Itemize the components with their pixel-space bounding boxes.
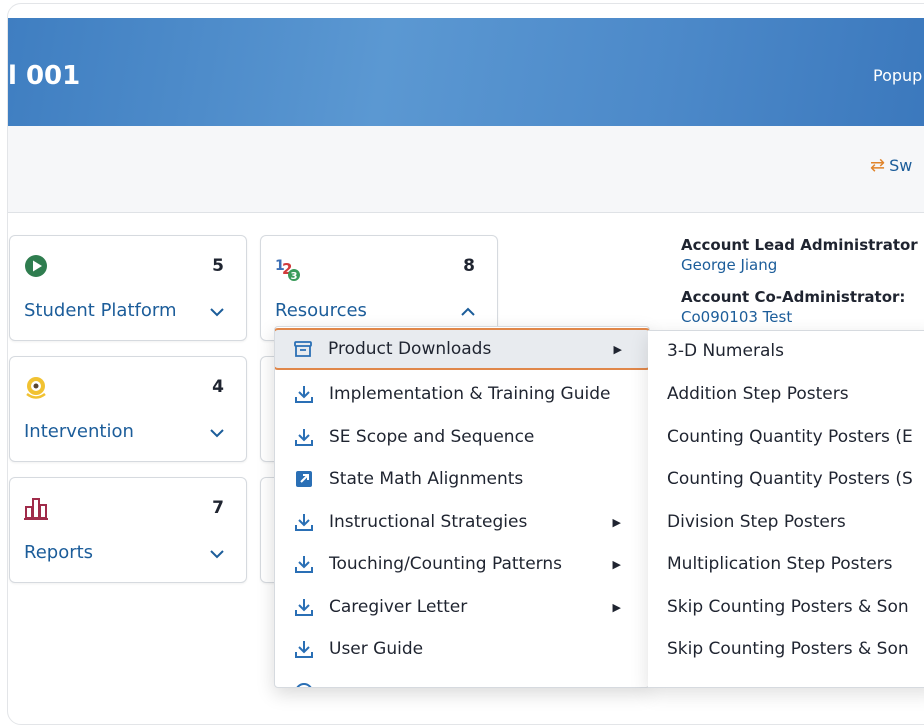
submenu-item[interactable]: Skip Counting Posters & Son — [667, 597, 909, 617]
play-circle-icon — [24, 254, 48, 278]
card-label: Reports — [24, 542, 94, 563]
lead-admin-title: Account Lead Administrator — [681, 236, 918, 254]
svg-text:3: 3 — [291, 271, 298, 282]
menu-item-touching-counting[interactable]: Touching/Counting Patterns ▶ — [275, 543, 649, 585]
header-banner: l 001 Popup — [8, 18, 924, 126]
numbers-123-icon: 1 2 3 — [275, 254, 300, 282]
card-reports[interactable]: 7 Reports — [9, 477, 247, 583]
menu-item-partial[interactable] — [275, 671, 649, 687]
switch-label: Sw — [889, 156, 913, 175]
menu-item-label: State Math Alignments — [329, 469, 524, 489]
menu-item-label: Caregiver Letter — [329, 597, 468, 617]
submenu-item[interactable]: Counting Quantity Posters (E — [667, 427, 913, 447]
page-title: l 001 — [8, 61, 81, 91]
chevron-down-icon[interactable] — [210, 544, 224, 563]
download-icon — [293, 426, 315, 448]
download-icon — [293, 596, 315, 618]
card-count: 4 — [212, 377, 224, 397]
submenu-arrow-icon: ▶ — [612, 600, 621, 614]
account-admins: Account Lead Administrator George Jiang … — [681, 236, 918, 326]
menu-item-product-downloads[interactable]: Product Downloads ▶ — [275, 328, 649, 370]
chevron-down-icon[interactable] — [210, 423, 224, 442]
menu-item-instructional-strategies[interactable]: Instructional Strategies ▶ — [275, 501, 649, 543]
submenu-arrow-icon: ▶ — [612, 557, 621, 571]
card-label: Resources — [275, 300, 367, 321]
bar-chart-icon — [24, 496, 48, 520]
submenu-item[interactable]: Multiplication Step Posters — [667, 554, 893, 574]
chevron-down-icon[interactable] — [210, 302, 224, 321]
submenu-item[interactable]: Skip Counting Posters & Son — [667, 639, 909, 659]
co-admin-title: Account Co-Administrator: — [681, 288, 906, 306]
download-icon — [293, 511, 315, 533]
swap-icon: ⇄ — [870, 155, 886, 176]
card-label: Student Platform — [24, 300, 177, 321]
card-count: 5 — [212, 256, 224, 276]
menu-item-state-math[interactable]: State Math Alignments — [275, 458, 649, 500]
menu-item-label: Touching/Counting Patterns — [329, 554, 563, 574]
menu-item-label: Implementation & Training Guide — [329, 384, 611, 404]
download-icon — [293, 638, 315, 660]
submenu-item[interactable]: Division Step Posters — [667, 512, 846, 532]
menu-item-user-guide[interactable]: User Guide — [275, 628, 649, 670]
external-link-icon — [293, 468, 315, 490]
menu-item-implementation-guide[interactable]: Implementation & Training Guide — [275, 373, 649, 415]
submenu-item[interactable]: Addition Step Posters — [667, 384, 849, 404]
resources-dropdown-menu: Product Downloads ▶ Implementation & Tra… — [274, 326, 650, 688]
archive-box-icon — [292, 338, 314, 360]
menu-item-label: User Guide — [329, 639, 424, 659]
card-count: 8 — [463, 256, 475, 276]
product-downloads-submenu: 3-D Numerals Addition Step Posters Count… — [648, 330, 924, 688]
menu-item-label: Instructional Strategies — [329, 512, 528, 532]
menu-item-label: Product Downloads — [328, 339, 492, 359]
menu-item-label: SE Scope and Sequence — [329, 427, 535, 447]
submenu-arrow-icon: ▶ — [613, 342, 622, 356]
card-intervention[interactable]: 4 Intervention — [9, 356, 247, 462]
lead-admin-name[interactable]: George Jiang — [681, 256, 918, 274]
download-icon — [293, 553, 315, 575]
card-student-platform[interactable]: 5 Student Platform — [9, 235, 247, 341]
download-icon — [293, 383, 315, 405]
submenu-item[interactable]: 3-D Numerals — [667, 341, 784, 361]
chevron-up-icon[interactable] — [461, 302, 475, 321]
switch-button[interactable]: ⇄ Sw — [870, 155, 912, 176]
card-count: 7 — [212, 498, 224, 518]
sub-toolbar: ⇄ Sw — [8, 126, 924, 213]
card-label: Intervention — [24, 421, 134, 442]
submenu-item[interactable]: Counting Quantity Posters (S — [667, 469, 913, 489]
menu-item-se-scope[interactable]: SE Scope and Sequence — [275, 416, 649, 458]
circle-icon — [293, 681, 315, 687]
submenu-arrow-icon: ▶ — [612, 515, 621, 529]
target-icon — [24, 375, 48, 399]
co-admin-name[interactable]: Co090103 Test — [681, 308, 918, 326]
menu-item-caregiver-letter[interactable]: Caregiver Letter ▶ — [275, 586, 649, 628]
popup-link[interactable]: Popup — [873, 66, 922, 85]
